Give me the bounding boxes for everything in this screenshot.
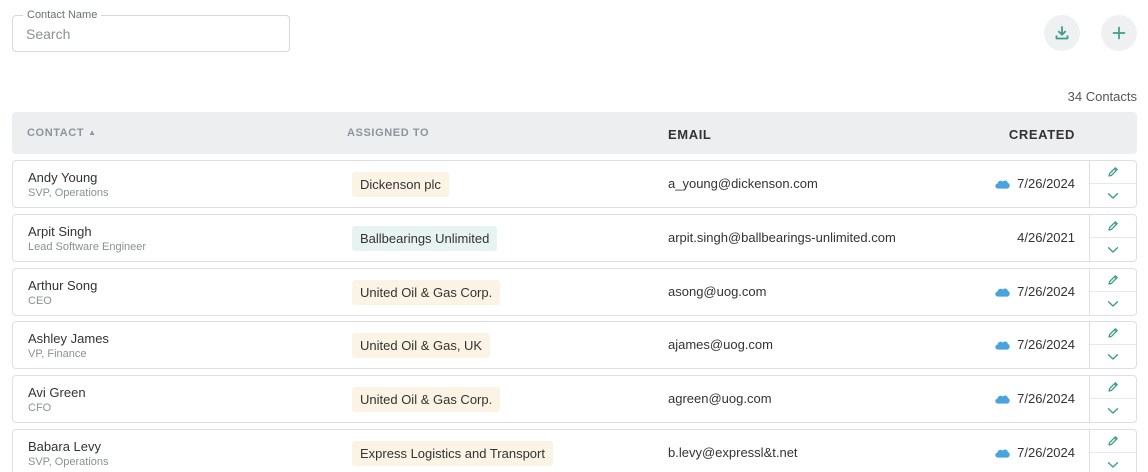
contacts-count: 34 Contacts bbox=[1067, 89, 1137, 104]
created-cell: 4/26/2021 bbox=[1017, 215, 1075, 261]
table-row[interactable]: Babara Levy SVP, Operations Express Logi… bbox=[12, 429, 1137, 472]
edit-button[interactable] bbox=[1090, 430, 1136, 453]
contact-name[interactable]: Babara Levy bbox=[28, 439, 109, 454]
table-row[interactable]: Ashley James VP, Finance United Oil & Ga… bbox=[12, 321, 1137, 369]
created-date: 7/26/2024 bbox=[1017, 445, 1075, 460]
assigned-account-tag[interactable]: United Oil & Gas Corp. bbox=[352, 280, 501, 305]
chevron-down-icon bbox=[1107, 192, 1119, 199]
edit-button[interactable] bbox=[1090, 322, 1136, 345]
chevron-down-icon bbox=[1107, 300, 1119, 307]
row-actions bbox=[1089, 430, 1136, 472]
table-row[interactable]: Arpit Singh Lead Software Engineer Ballb… bbox=[12, 214, 1137, 262]
table-row[interactable]: Avi Green CFO United Oil & Gas Corp. agr… bbox=[12, 375, 1137, 423]
contact-email: arpit.singh@ballbearings-unlimited.com bbox=[668, 230, 896, 245]
contact-name[interactable]: Ashley James bbox=[28, 331, 109, 346]
chevron-down-icon bbox=[1107, 407, 1119, 414]
contact-title: Lead Software Engineer bbox=[28, 241, 147, 253]
created-date: 4/26/2021 bbox=[1017, 230, 1075, 245]
assigned-account-tag[interactable]: United Oil & Gas Corp. bbox=[352, 387, 501, 412]
contact-title: CEO bbox=[28, 295, 52, 307]
assigned-account-tag[interactable]: Dickenson plc bbox=[352, 172, 449, 197]
contact-cell: Ashley James VP, Finance bbox=[28, 331, 109, 361]
table-row[interactable]: Andy Young SVP, Operations Dickenson plc… bbox=[12, 160, 1137, 208]
salesforce-cloud-icon bbox=[995, 180, 1010, 189]
assigned-account-tag[interactable]: Express Logistics and Transport bbox=[352, 441, 553, 466]
assigned-account-tag[interactable]: Ballbearings Unlimited bbox=[352, 226, 498, 251]
expand-button[interactable] bbox=[1090, 184, 1136, 207]
contact-title: SVP, Operations bbox=[28, 456, 109, 468]
contact-name[interactable]: Arthur Song bbox=[28, 278, 97, 293]
created-cell: 7/26/2024 bbox=[995, 322, 1075, 368]
expand-button[interactable] bbox=[1090, 399, 1136, 422]
column-header-contact[interactable]: CONTACT ▲ bbox=[27, 112, 97, 154]
contact-email: agreen@uog.com bbox=[668, 391, 772, 406]
created-cell: 7/26/2024 bbox=[995, 161, 1075, 207]
expand-button[interactable] bbox=[1090, 453, 1136, 472]
contact-name-search-field[interactable]: Contact Name bbox=[12, 9, 290, 52]
search-input[interactable] bbox=[13, 16, 289, 51]
contact-cell: Babara Levy SVP, Operations bbox=[28, 439, 109, 469]
plus-icon bbox=[1112, 26, 1126, 40]
created-date: 7/26/2024 bbox=[1017, 284, 1075, 299]
created-date: 7/26/2024 bbox=[1017, 176, 1075, 191]
column-header-assigned-to[interactable]: ASSIGNED TO bbox=[347, 112, 429, 154]
row-actions bbox=[1089, 215, 1136, 261]
contact-cell: Arpit Singh Lead Software Engineer bbox=[28, 224, 146, 254]
edit-button[interactable] bbox=[1090, 161, 1136, 184]
add-contact-button[interactable] bbox=[1101, 15, 1137, 51]
pencil-icon bbox=[1108, 275, 1118, 285]
contact-title: CFO bbox=[28, 402, 52, 414]
download-button[interactable] bbox=[1044, 15, 1080, 51]
contact-email: asong@uog.com bbox=[668, 284, 767, 299]
column-header-email[interactable]: EMAIL bbox=[668, 112, 711, 158]
row-actions bbox=[1089, 161, 1136, 207]
created-date: 7/26/2024 bbox=[1017, 337, 1075, 352]
created-cell: 7/26/2024 bbox=[995, 269, 1075, 315]
contact-email: a_young@dickenson.com bbox=[668, 176, 818, 191]
expand-button[interactable] bbox=[1090, 345, 1136, 368]
salesforce-cloud-icon bbox=[995, 341, 1010, 350]
table-header: CONTACT ▲ ASSIGNED TO EMAIL CREATED bbox=[12, 112, 1137, 154]
row-actions bbox=[1089, 269, 1136, 315]
created-cell: 7/26/2024 bbox=[995, 376, 1075, 422]
salesforce-cloud-icon bbox=[995, 449, 1010, 458]
contact-email: b.levy@expressl&t.net bbox=[668, 445, 798, 460]
edit-button[interactable] bbox=[1090, 215, 1136, 238]
salesforce-cloud-icon bbox=[995, 395, 1010, 404]
contact-cell: Avi Green CFO bbox=[28, 385, 86, 415]
contact-name[interactable]: Arpit Singh bbox=[28, 224, 146, 239]
chevron-down-icon bbox=[1107, 246, 1119, 253]
contact-cell: Arthur Song CEO bbox=[28, 278, 97, 308]
contact-name[interactable]: Andy Young bbox=[28, 170, 109, 185]
chevron-down-icon bbox=[1107, 353, 1119, 360]
created-cell: 7/26/2024 bbox=[995, 430, 1075, 472]
pencil-icon bbox=[1108, 436, 1118, 446]
contact-cell: Andy Young SVP, Operations bbox=[28, 170, 109, 200]
table-row[interactable]: Arthur Song CEO United Oil & Gas Corp. a… bbox=[12, 268, 1137, 316]
created-date: 7/26/2024 bbox=[1017, 391, 1075, 406]
contact-title: VP, Finance bbox=[28, 348, 87, 360]
pencil-icon bbox=[1108, 328, 1118, 338]
assigned-account-tag[interactable]: United Oil & Gas, UK bbox=[352, 333, 491, 358]
edit-button[interactable] bbox=[1090, 376, 1136, 399]
edit-button[interactable] bbox=[1090, 269, 1136, 292]
download-icon bbox=[1055, 26, 1069, 40]
pencil-icon bbox=[1108, 221, 1118, 231]
pencil-icon bbox=[1108, 382, 1118, 392]
contact-title: SVP, Operations bbox=[28, 187, 109, 199]
salesforce-cloud-icon bbox=[995, 288, 1010, 297]
contact-email: ajames@uog.com bbox=[668, 337, 773, 352]
row-actions bbox=[1089, 376, 1136, 422]
expand-button[interactable] bbox=[1090, 292, 1136, 315]
chevron-down-icon bbox=[1107, 461, 1119, 468]
expand-button[interactable] bbox=[1090, 238, 1136, 261]
pencil-icon bbox=[1108, 167, 1118, 177]
contact-name[interactable]: Avi Green bbox=[28, 385, 86, 400]
column-header-created[interactable]: CREATED bbox=[1009, 112, 1075, 158]
row-actions bbox=[1089, 322, 1136, 368]
sort-ascending-icon: ▲ bbox=[88, 128, 97, 137]
